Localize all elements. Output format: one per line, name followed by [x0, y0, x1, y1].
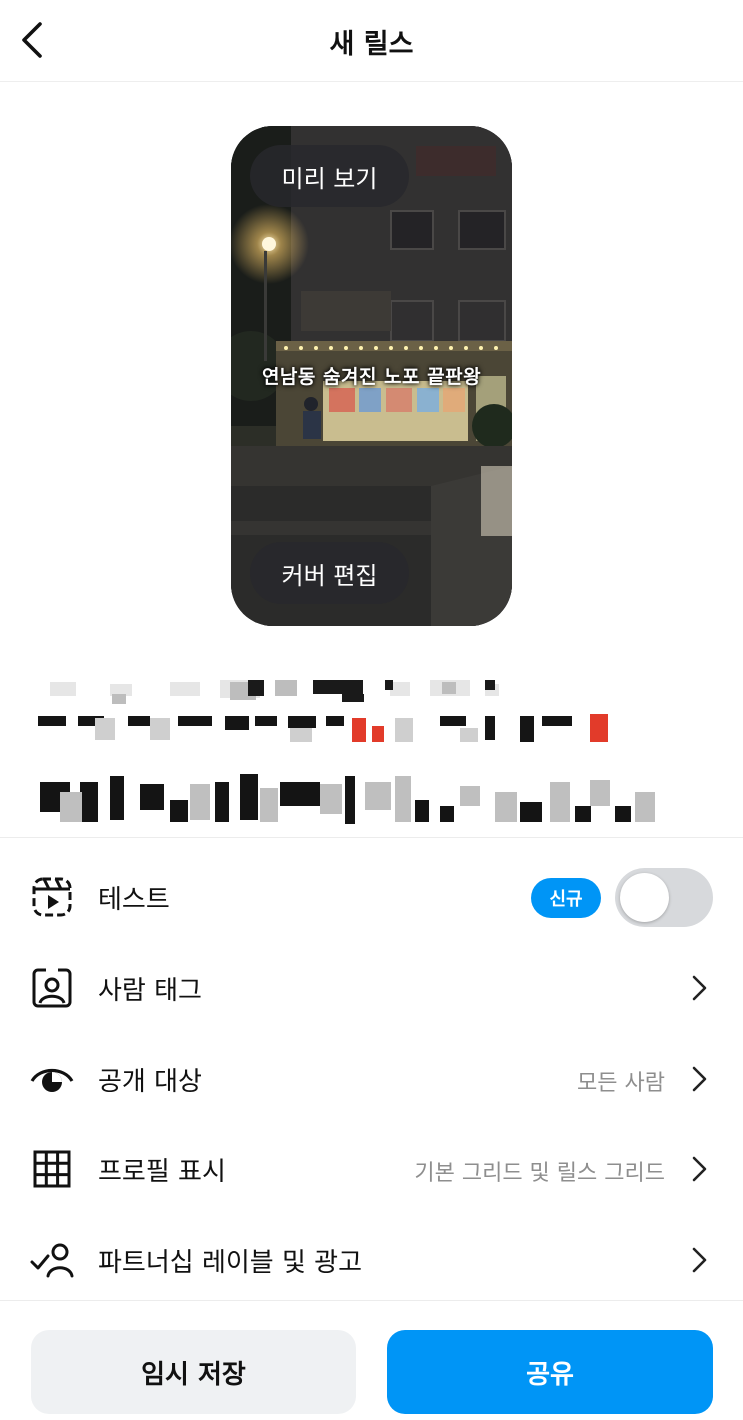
test-toggle[interactable]: [615, 868, 713, 927]
toggle-knob: [620, 873, 669, 922]
option-label-audience: 공개 대상: [98, 1067, 202, 1097]
header: 새 릴스: [0, 0, 743, 82]
option-row-tag-people[interactable]: 사람 태그: [0, 943, 743, 1033]
share-button[interactable]: 공유: [387, 1330, 713, 1414]
eye-icon: [28, 1059, 76, 1099]
page-title: 새 릴스: [329, 29, 414, 60]
divider: [0, 1300, 743, 1301]
divider: [0, 837, 743, 838]
chevron-right-icon: [692, 975, 707, 1001]
option-label-test: 테스트: [98, 885, 170, 915]
preview-button[interactable]: 미리 보기: [250, 145, 409, 207]
option-row-partnership[interactable]: 파트너십 레이블 및 광고: [0, 1215, 743, 1305]
caption-field[interactable]: [30, 672, 670, 837]
chevron-right-icon: [692, 1066, 707, 1092]
option-label-partnership: 파트너십 레이블 및 광고: [98, 1248, 362, 1278]
option-row-profile-display[interactable]: 프로필 표시 기본 그리드 및 릴스 그리드: [0, 1124, 743, 1214]
chevron-right-icon: [692, 1247, 707, 1273]
reels-icon: [28, 877, 76, 917]
obscured-caption-image: [38, 680, 655, 824]
chevron-right-icon: [692, 1156, 707, 1182]
grid-icon: [28, 1149, 76, 1189]
reel-preview[interactable]: 미리 보기 연남동 숨겨진 노포 끝판왕 커버 편집: [231, 126, 512, 626]
option-label-tag-people: 사람 태그: [98, 976, 202, 1006]
new-badge: 신규: [531, 878, 601, 918]
save-draft-button[interactable]: 임시 저장: [31, 1330, 356, 1414]
audience-value: 모든 사람: [577, 1071, 665, 1096]
edit-cover-button[interactable]: 커버 편집: [250, 542, 409, 604]
video-text-overlay: 연남동 숨겨진 노포 끝판왕: [261, 366, 482, 388]
option-row-audience[interactable]: 공개 대상 모든 사람: [0, 1034, 743, 1124]
tag-people-icon: [28, 968, 76, 1008]
profile-display-value: 기본 그리드 및 릴스 그리드: [414, 1161, 665, 1186]
partnership-icon: [28, 1240, 76, 1280]
option-label-profile-display: 프로필 표시: [98, 1157, 226, 1187]
